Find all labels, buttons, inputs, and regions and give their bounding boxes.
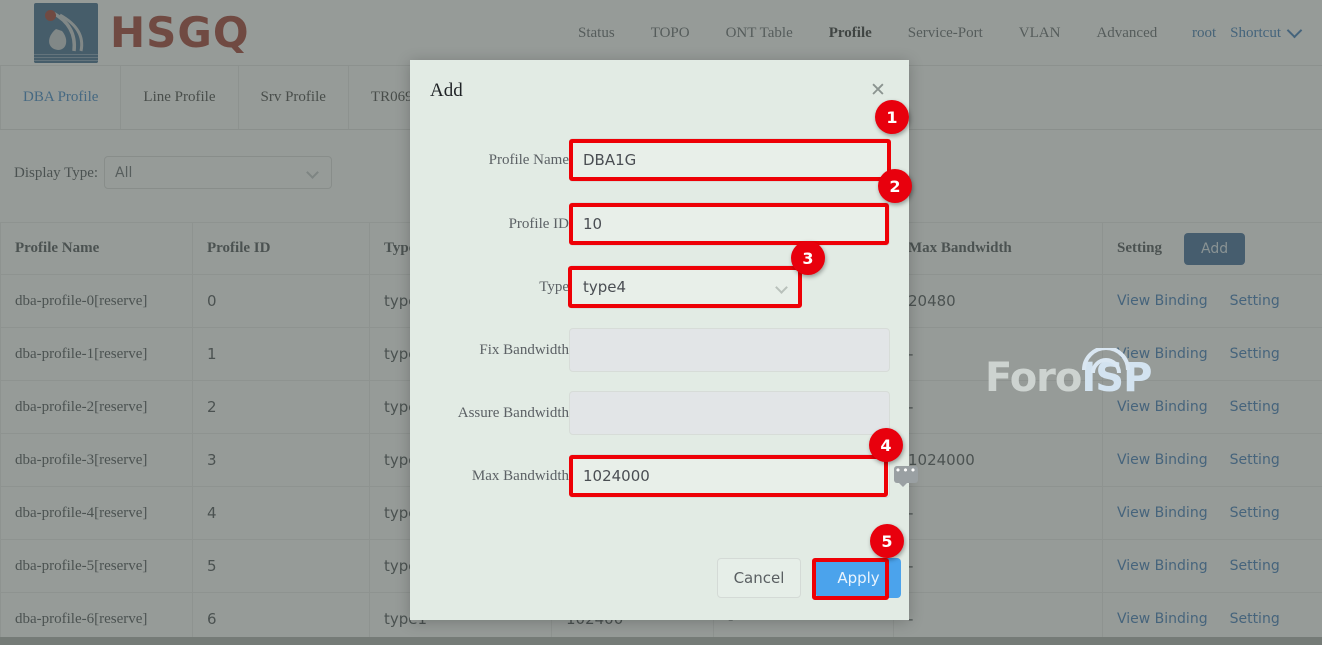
close-icon[interactable]: ✕ [868,80,888,100]
annotation-badge-5: 5 [870,524,904,558]
field-row-assure-bandwidth: Assure Bandwidth [410,391,909,435]
dialog-title: Add [430,80,463,101]
field-row-profile-id: Profile ID 10 [410,202,909,246]
annotation-badge-3: 3 [791,241,825,275]
type-select[interactable]: type4 [569,265,801,309]
profile-name-input[interactable]: DBA1G [569,138,890,182]
profile-id-label: Profile ID [508,216,569,232]
max-bandwidth-input[interactable]: 1024000 [569,454,890,498]
annotation-badge-1: 1 [875,100,909,134]
type-select-value: type4 [583,278,627,296]
dialog-actions: Cancel Apply [410,558,909,602]
annotation-badge-4: 4 [869,428,903,462]
profile-id-input[interactable]: 10 [569,202,890,246]
fix-bandwidth-input[interactable] [569,328,890,372]
fix-bandwidth-label: Fix Bandwidth [479,342,569,358]
max-bandwidth-label: Max Bandwidth [471,468,569,484]
assure-bandwidth-label: Assure Bandwidth [457,405,569,421]
field-row-profile-name: Profile Name DBA1G [410,138,909,182]
annotation-badge-2: 2 [878,169,912,203]
chevron-down-icon [775,281,788,294]
field-row-fix-bandwidth: Fix Bandwidth [410,328,909,372]
field-row-max-bandwidth: Max Bandwidth 1024000 [410,454,909,498]
type-label: Type [539,279,569,295]
apply-button[interactable]: Apply [816,558,901,598]
cancel-button[interactable]: Cancel [717,558,801,598]
tooltip-dots: ••• [894,465,918,487]
field-row-type: Type type4 [410,265,909,309]
add-profile-dialog: Add ✕ ForoISP Profile Name DBA1G Profile… [410,60,1152,620]
profile-name-label: Profile Name [488,152,569,168]
assure-bandwidth-input[interactable] [569,391,890,435]
